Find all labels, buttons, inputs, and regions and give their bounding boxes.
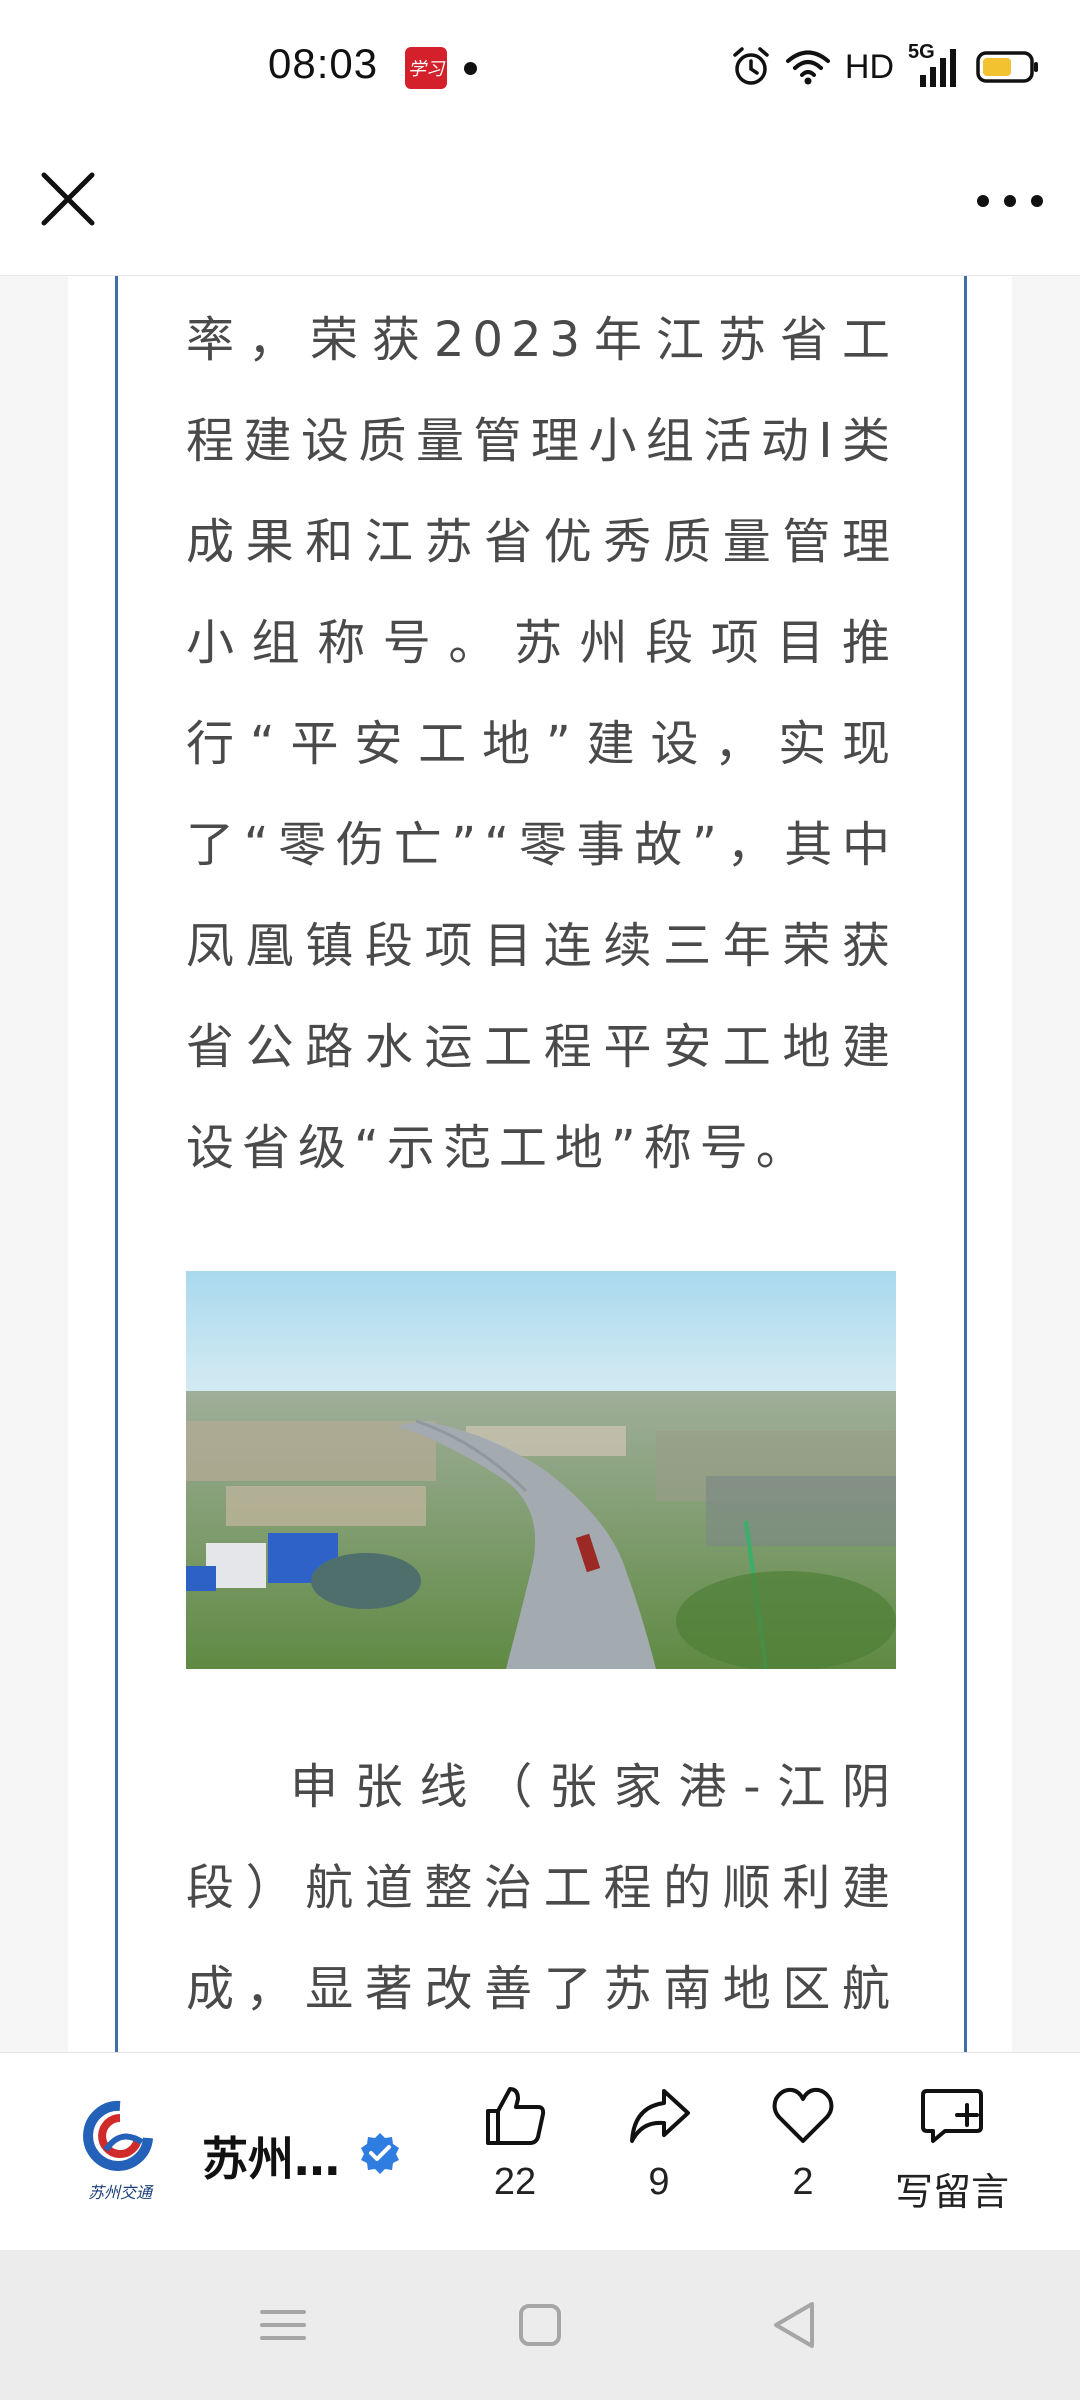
favorite-button[interactable]: 2 — [738, 2083, 868, 2233]
account-name[interactable]: 苏州… — [202, 2123, 340, 2189]
share-button[interactable]: 9 — [594, 2083, 724, 2233]
close-icon — [41, 172, 95, 226]
more-icon — [977, 195, 1043, 207]
verified-badge-icon — [361, 2133, 399, 2174]
share-arrow-icon — [630, 2089, 690, 2143]
thumbs-up-icon — [486, 2087, 546, 2145]
close-button[interactable] — [36, 167, 100, 231]
system-nav-bar — [0, 2250, 1080, 2400]
status-icons: HD 5G — [731, 41, 1040, 92]
account-logo-text: 苏州交通 — [88, 2183, 154, 2202]
battery-icon — [976, 51, 1038, 83]
write-comment-button[interactable]: 写留言 — [884, 2083, 1020, 2233]
back-icon — [774, 2302, 814, 2348]
write-comment-label: 写留言 — [894, 2170, 1009, 2214]
more-button[interactable] — [970, 175, 1050, 227]
notification-dot — [464, 62, 477, 75]
status-time: 08:03 — [268, 40, 379, 87]
home-icon — [519, 2304, 561, 2346]
bottom-action-bar: 苏州交通 苏州… 22 9 2 写留言 — [0, 2052, 1080, 2251]
signal-icon: 5G — [908, 41, 962, 89]
wifi-icon — [785, 50, 830, 85]
canal-aerial-image — [186, 1271, 896, 1669]
account-logo[interactable]: 苏州交通 — [80, 2098, 160, 2208]
status-bar: 08:03 学习 HD 5G — [0, 0, 1080, 135]
menu-icon — [260, 2310, 306, 2340]
article-photo — [186, 1271, 896, 1669]
like-button[interactable]: 22 — [450, 2083, 580, 2233]
recent-apps-button[interactable] — [248, 2290, 318, 2360]
home-button[interactable] — [505, 2290, 575, 2360]
heart-icon — [772, 2087, 834, 2143]
suzhou-traffic-logo-icon: 苏州交通 — [83, 2100, 154, 2202]
alarm-icon — [733, 47, 769, 85]
app-notification-icon: 学习 — [405, 47, 447, 89]
favorite-count: 2 — [792, 2161, 814, 2203]
like-count: 22 — [493, 2161, 537, 2203]
share-count: 9 — [648, 2161, 670, 2203]
comment-add-icon — [921, 2089, 983, 2143]
article-paragraph: 率，荣获2023年江苏省工程建设质量管理小组活动I类成果和江苏省优秀质量管理小组… — [186, 312, 898, 1176]
top-nav — [0, 135, 1080, 276]
hd-label: HD — [844, 47, 894, 86]
back-button[interactable] — [760, 2290, 830, 2360]
